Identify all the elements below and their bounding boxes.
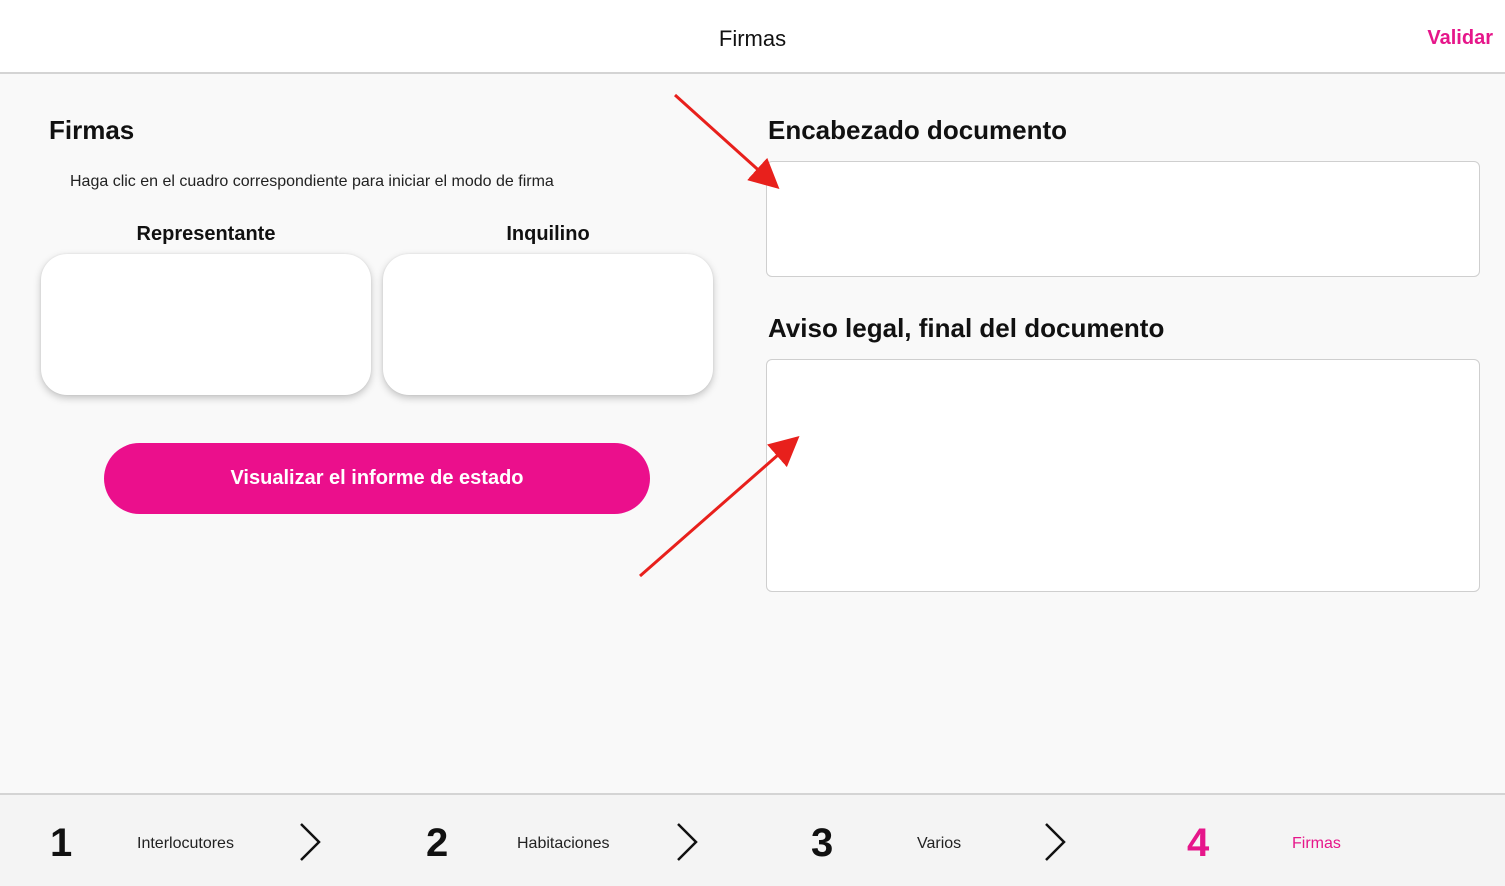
chevron-right-icon (1045, 823, 1066, 861)
arrow-annotation-header (673, 93, 780, 190)
tenant-signature-box[interactable] (383, 254, 713, 395)
signatures-title: Firmas (49, 115, 135, 145)
chevron-right-icon (300, 823, 321, 861)
chevron-right-icon (677, 823, 698, 861)
top-bar: Firmas Validar (0, 0, 1505, 74)
legal-notice-title: Aviso legal, final del documento (768, 313, 1165, 343)
step-number: 4 (1187, 821, 1210, 865)
representative-signature-box[interactable] (41, 254, 371, 395)
step-number: 1 (50, 821, 73, 865)
step-label: Varios (917, 835, 962, 852)
step-number: 3 (811, 821, 834, 865)
step-navigation: 1 Interlocutores 2 Habitaciones 3 Varios… (0, 793, 1505, 886)
signature-instructions: Haga clic en el cuadro correspondiente p… (70, 173, 554, 190)
validate-button[interactable]: Validar (1427, 27, 1493, 50)
document-header-title: Encabezado documento (768, 115, 1068, 145)
step-label: Firmas (1292, 835, 1341, 852)
legal-notice-input[interactable] (766, 359, 1480, 592)
step-label: Interlocutores (137, 835, 234, 852)
step-label: Habitaciones (517, 835, 610, 852)
page-title: Firmas (718, 26, 787, 51)
step-number: 2 (426, 821, 449, 865)
app-root: Firmas Validar Firmas Haga clic en el cu… (0, 0, 1505, 886)
document-header-input[interactable] (766, 161, 1480, 277)
tenant-label: Inquilino (506, 223, 590, 245)
view-report-button[interactable]: Visualizar el informe de estado (104, 443, 650, 514)
representative-label: Representante (136, 223, 276, 245)
